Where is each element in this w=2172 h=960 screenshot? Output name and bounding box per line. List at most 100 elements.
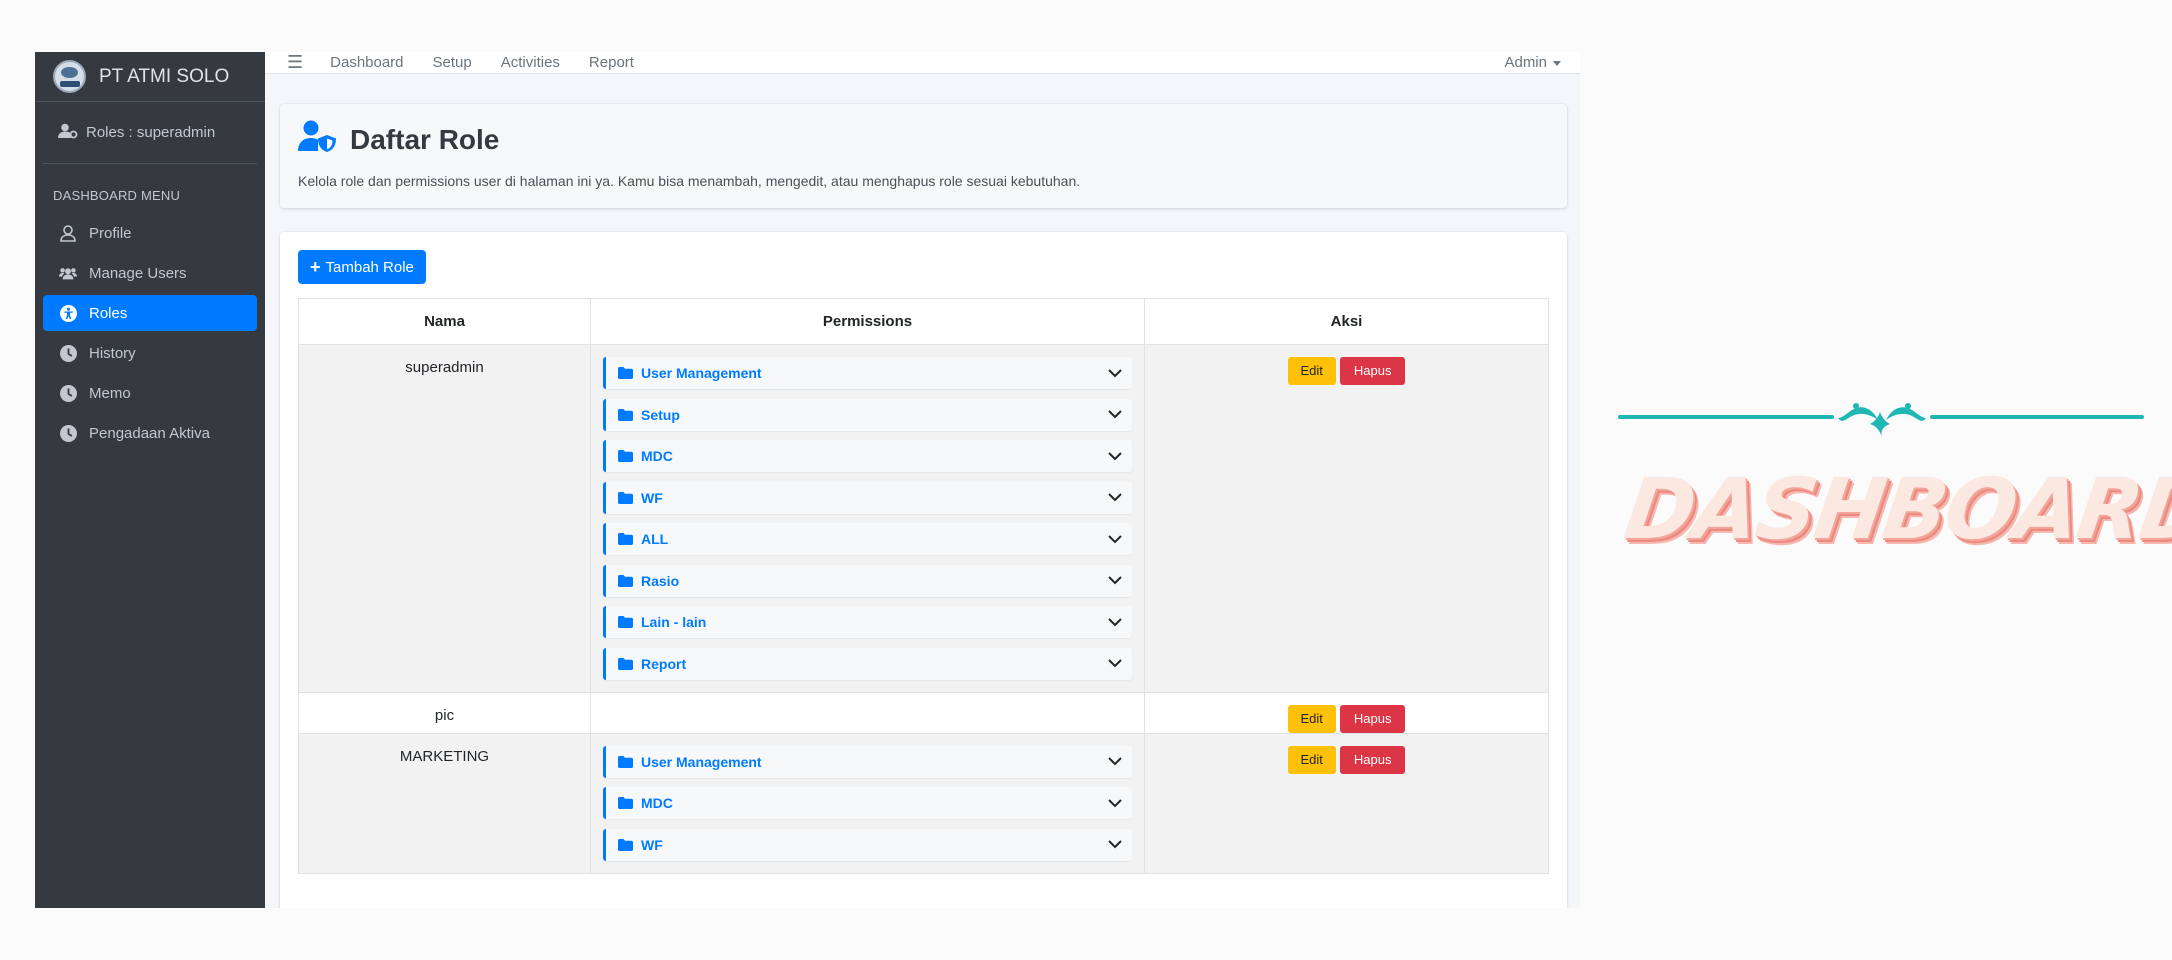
clock-icon: [59, 384, 77, 402]
chevron-down-icon[interactable]: [1108, 451, 1122, 461]
menu-header: DASHBOARD MENU: [53, 188, 181, 203]
chevron-down-icon[interactable]: [1108, 840, 1122, 849]
table-row: pic Edit Hapus: [298, 691, 1549, 734]
user-role-label: Roles : superadmin: [86, 124, 216, 141]
header-permissions: Permissions: [590, 298, 1145, 345]
permission-group-label: ALL: [641, 531, 669, 547]
permission-group-item[interactable]: Setup: [603, 398, 1132, 431]
user-shield-icon: [298, 120, 338, 159]
decorative-line-left: [1618, 415, 1834, 419]
permission-group-label: WF: [641, 836, 663, 853]
edit-button[interactable]: Edit: [1287, 745, 1336, 774]
chevron-down-icon[interactable]: [1108, 576, 1122, 585]
sidebar-item-manage-users[interactable]: Manage Users: [43, 255, 257, 291]
permission-group-label: User Management: [641, 753, 762, 770]
sidebar-item-label: History: [89, 344, 136, 362]
role-permissions: User Management Setup MDC WF ALL Rasio Lain - …: [590, 344, 1145, 693]
table-row: MARKETING User Management MDC WF Edit Hapus: [298, 732, 1549, 874]
folder-icon: [618, 450, 633, 462]
folder-icon: [618, 408, 633, 421]
chevron-down-icon[interactable]: [1108, 757, 1122, 766]
roles-table: Nama Permissions Aksi superadmin User Man…: [298, 298, 1549, 874]
dashboard-decorative-title: DASHBOARD: [1619, 460, 2172, 558]
add-role-button[interactable]: + Tambah Role: [298, 250, 426, 284]
permission-group-item[interactable]: User Management: [603, 745, 1132, 778]
sidebar-item-roles[interactable]: Roles: [43, 295, 257, 331]
user-panel[interactable]: Roles : superadmin: [43, 102, 257, 164]
clock-icon: [59, 344, 77, 362]
delete-button[interactable]: Hapus: [1339, 357, 1406, 385]
sidebar-item-label: Pengadaan Aktiva: [89, 424, 210, 442]
folder-icon: [618, 491, 633, 504]
delete-button[interactable]: Hapus: [1339, 745, 1406, 774]
page-header-card: Daftar Role Kelola role dan permissions …: [280, 104, 1567, 208]
permission-group-item[interactable]: User Management: [603, 357, 1132, 389]
permission-group-item[interactable]: MDC: [603, 440, 1132, 472]
top-navbar: ☰ Dashboard Setup Activities Report Admi…: [265, 52, 1580, 74]
table-row: superadmin User Management Setup MDC WF ALL Ra…: [298, 344, 1549, 693]
chevron-down-icon[interactable]: [1108, 368, 1122, 378]
roles-card: + Tambah Role Nama Permissions Aksi super…: [280, 232, 1567, 908]
permission-group-item[interactable]: Report: [603, 647, 1132, 680]
main-area: ☰ Dashboard Setup Activities Report Admi…: [265, 52, 1580, 908]
delete-button[interactable]: Hapus: [1339, 704, 1406, 733]
edit-button[interactable]: Edit: [1287, 357, 1336, 385]
permission-group-label: MDC: [641, 795, 673, 811]
user-icon: [59, 224, 77, 242]
sidebar-item-label: Manage Users: [89, 264, 187, 282]
chevron-down-icon[interactable]: [1108, 798, 1122, 808]
brand[interactable]: PT ATMI SOLO: [35, 52, 265, 102]
sidebar: PT ATMI SOLO Roles : superadmin DASHBOAR…: [35, 52, 265, 908]
folder-icon: [618, 838, 633, 851]
permission-group-item[interactable]: Lain - lain: [603, 606, 1132, 638]
folder-icon: [618, 616, 633, 628]
page-title-row: Daftar Role: [298, 120, 1549, 159]
hamburger-menu-icon[interactable]: ☰: [287, 52, 303, 73]
caret-down-icon: [1553, 60, 1561, 66]
page-title: Daftar Role: [350, 123, 500, 155]
app-window: PT ATMI SOLO Roles : superadmin DASHBOAR…: [35, 52, 1580, 908]
permission-group-label: Rasio: [641, 572, 680, 589]
folder-icon: [618, 574, 633, 587]
sidebar-item-label: Profile: [89, 224, 132, 242]
sidebar-item-profile[interactable]: Profile: [43, 215, 257, 251]
dashboard-decoration: DASHBOARD: [1618, 398, 2172, 563]
permission-group-item[interactable]: ALL: [603, 523, 1132, 555]
content: Daftar Role Kelola role dan permissions …: [265, 74, 1580, 908]
sidebar-item-pengadaan-aktiva[interactable]: Pengadaan Aktiva: [43, 415, 257, 451]
chevron-down-icon[interactable]: [1108, 534, 1122, 544]
sidebar-item-history[interactable]: History: [43, 335, 257, 371]
header-aksi: Aksi: [1144, 298, 1549, 345]
folder-icon: [618, 755, 633, 768]
accessibility-icon: [59, 304, 77, 322]
nav-link-report[interactable]: Report: [589, 54, 634, 71]
chevron-down-icon[interactable]: [1108, 410, 1122, 419]
nav-link-setup[interactable]: Setup: [433, 54, 472, 71]
nav-link-activities[interactable]: Activities: [501, 54, 560, 71]
plus-icon: +: [310, 256, 321, 277]
permission-group-label: WF: [641, 489, 663, 506]
permission-group-item[interactable]: WF: [603, 828, 1132, 861]
permission-group-item[interactable]: WF: [603, 481, 1132, 514]
permission-group-label: User Management: [641, 365, 762, 381]
permission-group-item[interactable]: MDC: [603, 787, 1132, 819]
clock-icon: [59, 424, 77, 442]
table-header-row: Nama Permissions Aksi: [298, 298, 1549, 345]
edit-button[interactable]: Edit: [1287, 704, 1336, 733]
chevron-down-icon[interactable]: [1108, 493, 1122, 502]
role-actions: Edit Hapus: [1144, 344, 1549, 693]
chevron-down-icon[interactable]: [1108, 659, 1122, 668]
chevron-down-icon[interactable]: [1108, 617, 1122, 627]
nav-link-dashboard[interactable]: Dashboard: [330, 54, 403, 71]
role-permissions: [590, 691, 1145, 734]
role-permissions: User Management MDC WF: [590, 732, 1145, 874]
permission-group-label: Lain - lain: [641, 614, 707, 630]
account-name: Admin: [1504, 54, 1547, 71]
sidebar-item-label: Memo: [89, 384, 131, 402]
permission-group-label: Report: [641, 655, 687, 672]
page-description: Kelola role dan permissions user di hala…: [298, 173, 1081, 189]
account-dropdown[interactable]: Admin: [1504, 54, 1561, 71]
permission-group-item[interactable]: Rasio: [603, 564, 1132, 597]
sidebar-item-memo[interactable]: Memo: [43, 375, 257, 411]
users-icon: [59, 266, 77, 281]
